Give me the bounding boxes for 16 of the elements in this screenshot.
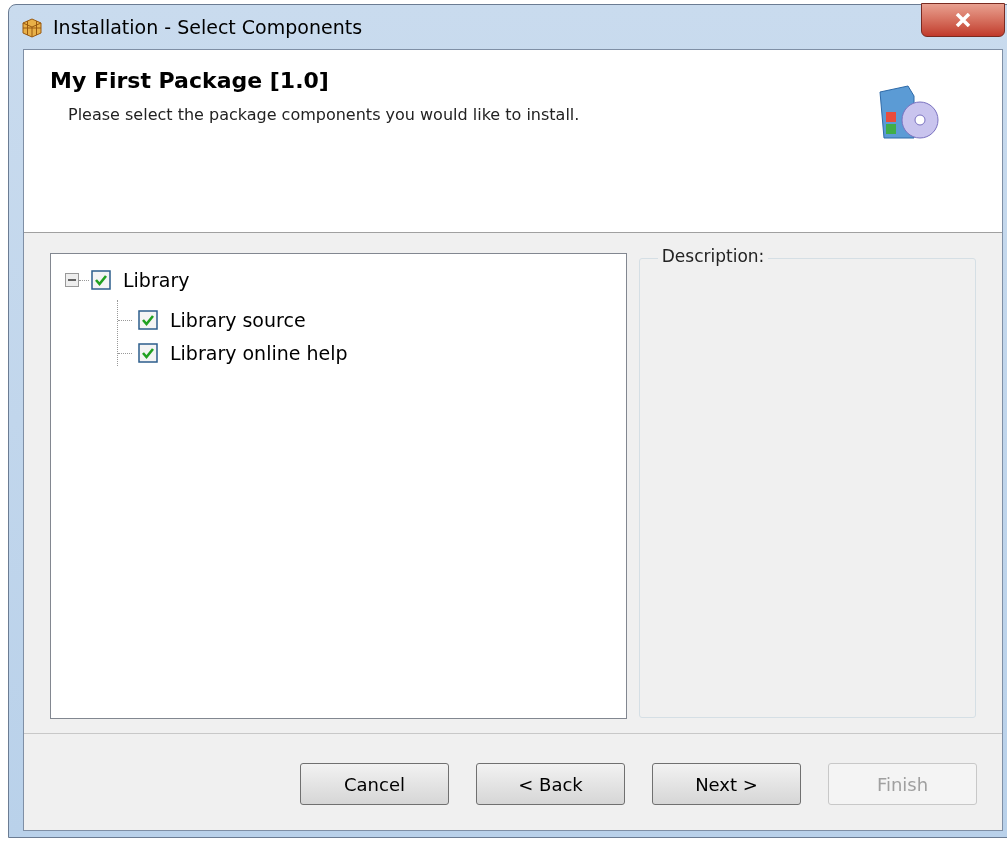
window-title: Installation - Select Components (53, 14, 363, 40)
tree-item-label[interactable]: Library online help (170, 338, 348, 368)
header-title: My First Package [1.0] (50, 67, 330, 95)
expander-icon[interactable] (65, 273, 79, 287)
dialog-button[interactable]: Cancel (300, 763, 449, 805)
tree-item-label[interactable]: Library (123, 265, 190, 295)
checkbox[interactable] (138, 343, 158, 363)
dialog-button[interactable]: Next > (652, 763, 801, 805)
close-button[interactable] (921, 3, 1005, 37)
header-subtitle: Please select the package components you would like to install. (68, 104, 580, 126)
box-icon (21, 16, 43, 38)
checkbox[interactable] (138, 310, 158, 330)
checkbox[interactable] (91, 270, 111, 290)
dialog-button[interactable]: < Back (476, 763, 625, 805)
close-icon (955, 13, 971, 27)
tree-item-label[interactable]: Library source (170, 305, 306, 335)
